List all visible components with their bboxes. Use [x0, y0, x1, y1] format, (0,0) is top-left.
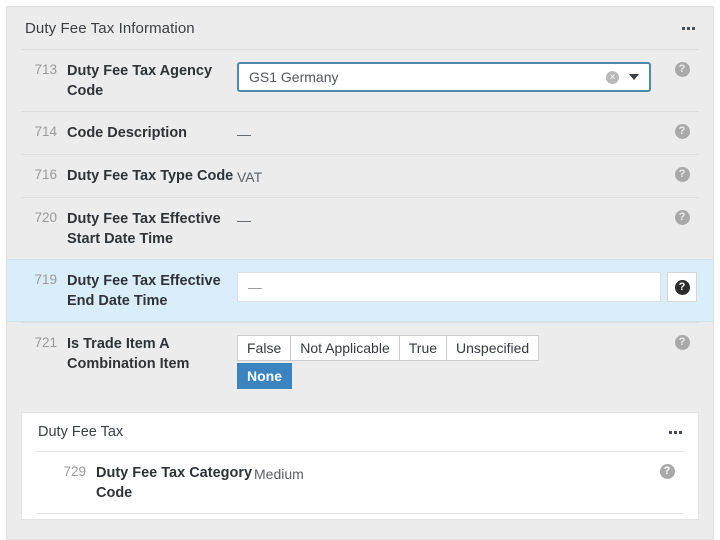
- row-label: Duty Fee Tax Agency Code: [67, 63, 213, 99]
- ellipsis-dot: [692, 26, 695, 30]
- duty-fee-tax-information-panel: Duty Fee Tax Information 713 Duty Fee Ta…: [6, 6, 714, 540]
- help-circle-icon[interactable]: ?: [674, 124, 690, 139]
- table-row-selected: 719 Duty Fee Tax Effective End Date Time…: [7, 259, 713, 322]
- toggle-second-row: None: [237, 363, 607, 390]
- toggle-option-none[interactable]: None: [237, 363, 292, 389]
- panel-header: Duty Fee Tax Information: [7, 7, 713, 49]
- row-help-cell: ?: [665, 208, 699, 225]
- field-rows: 713 Duty Fee Tax Agency Code GS1 Germany…: [7, 49, 713, 400]
- duty-fee-tax-card: Duty Fee Tax 729 Duty Fee Tax Category C…: [21, 412, 699, 520]
- row-label: Duty Fee Tax Effective End Date Time: [67, 273, 221, 309]
- row-help-cell: ?: [665, 122, 699, 139]
- page-title: Duty Fee Tax Information: [25, 19, 195, 37]
- ellipsis-icon[interactable]: [680, 23, 697, 34]
- duty-fee-tax-effective-end-date-input[interactable]: —: [237, 272, 661, 302]
- help-circle-icon[interactable]: ?: [674, 335, 690, 350]
- row-value: —: [237, 270, 665, 302]
- table-row: 729 Duty Fee Tax Category Code Medium ?: [36, 451, 684, 513]
- screen-root: Duty Fee Tax Information 713 Duty Fee Ta…: [0, 0, 720, 540]
- row-label: Is Trade Item A Combination Item: [67, 336, 190, 372]
- row-number: 721: [34, 335, 57, 350]
- row-help-cell: ?: [665, 60, 699, 77]
- row-value: Medium: [254, 466, 304, 482]
- toggle-option-false[interactable]: False: [237, 335, 292, 361]
- row-value: VAT: [237, 169, 263, 185]
- table-row: 714 Code Description — ?: [21, 111, 699, 154]
- chevron-down-icon[interactable]: [629, 74, 639, 80]
- table-row: 720 Duty Fee Tax Effective Start Date Ti…: [21, 197, 699, 259]
- help-circle-icon[interactable]: ?: [659, 464, 675, 479]
- row-label: Duty Fee Tax Type Code: [67, 168, 234, 184]
- help-circle-icon[interactable]: ?: [674, 167, 690, 182]
- ellipsis-dot: [687, 26, 690, 30]
- is-trade-item-combination-button-group: False Not Applicable True Unspecified No…: [237, 335, 607, 390]
- ellipsis-dot: [669, 430, 672, 434]
- row-value: GS1 Germany ×: [237, 60, 665, 92]
- row-value: —: [237, 126, 251, 142]
- ellipsis-dot: [674, 430, 677, 434]
- row-number: 719: [34, 272, 57, 287]
- clear-circle-icon[interactable]: ×: [606, 70, 619, 84]
- row-label: Duty Fee Tax Category Code: [96, 465, 253, 501]
- row-number: 720: [34, 210, 57, 225]
- help-circle-icon[interactable]: ?: [674, 62, 690, 77]
- help-circle-icon[interactable]: ?: [674, 210, 690, 225]
- row-number: 714: [34, 124, 57, 139]
- row-label: Duty Fee Tax Effective Start Date Time: [67, 211, 221, 247]
- row-help-cell: ?: [665, 333, 699, 350]
- card-bottom-divider: [36, 513, 684, 519]
- ellipsis-dot: [682, 26, 685, 30]
- row-value: False Not Applicable True Unspecified No…: [237, 333, 665, 390]
- ellipsis-dot: [679, 430, 682, 434]
- row-help-cell: ?: [665, 270, 699, 302]
- ellipsis-icon[interactable]: [667, 427, 684, 438]
- toggle-option-unspecified[interactable]: Unspecified: [446, 335, 540, 361]
- toggle-option-true[interactable]: True: [398, 335, 448, 361]
- duty-fee-tax-agency-code-select[interactable]: GS1 Germany ×: [237, 62, 651, 92]
- card-title: Duty Fee Tax: [38, 424, 124, 440]
- row-number: 713: [34, 62, 57, 77]
- table-row: 713 Duty Fee Tax Agency Code GS1 Germany…: [21, 49, 699, 111]
- row-value: —: [237, 212, 251, 228]
- help-circle-icon: ?: [674, 279, 690, 295]
- card-header: Duty Fee Tax: [22, 413, 698, 451]
- card-field-rows: 729 Duty Fee Tax Category Code Medium ?: [22, 451, 698, 519]
- row-label: Code Description: [67, 125, 188, 141]
- row-number: 729: [63, 464, 86, 479]
- row-help-cell: ?: [665, 165, 699, 182]
- table-row: 721 Is Trade Item A Combination Item Fal…: [21, 322, 699, 400]
- table-row: 716 Duty Fee Tax Type Code VAT ?: [21, 154, 699, 197]
- nested-card-wrap: Duty Fee Tax 729 Duty Fee Tax Category C…: [7, 400, 713, 520]
- toggle-option-not-applicable[interactable]: Not Applicable: [290, 335, 400, 361]
- row-number: 716: [34, 167, 57, 182]
- help-button[interactable]: ?: [667, 272, 697, 302]
- select-value: GS1 Germany: [249, 69, 339, 85]
- row-help-cell: ?: [650, 462, 684, 479]
